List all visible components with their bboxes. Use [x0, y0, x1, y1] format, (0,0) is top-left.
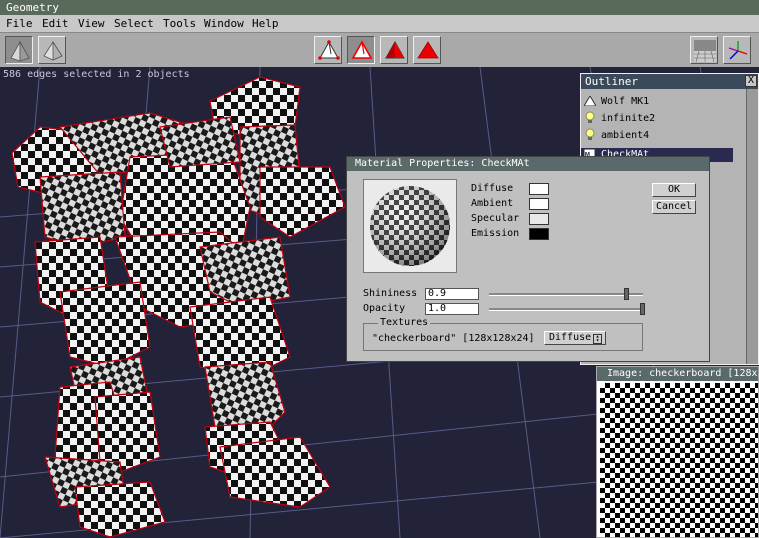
grid-toggle-button[interactable] [690, 36, 718, 64]
grid-plane-icon [694, 40, 716, 63]
app-title-bar: Geometry [0, 0, 759, 15]
diffuse-label: Diffuse [471, 183, 514, 194]
light-icon [584, 128, 596, 143]
object-icon [583, 95, 597, 109]
menu-window[interactable]: Window [204, 17, 244, 30]
ok-button[interactable]: OK [652, 183, 696, 197]
outliner-title-bar: Outliner X [581, 74, 758, 89]
material-properties-dialog: Material Properties: CheckMAt Diffuse Am… [346, 156, 710, 362]
opacity-slider[interactable] [489, 308, 643, 311]
image-window-title: Image: checkerboard [128x128x24] [607, 368, 758, 379]
textures-group: Textures "checkerboard" [128x128x24] Dif… [363, 317, 643, 351]
vertex-select-icon [318, 40, 340, 60]
solid-select-icon [417, 41, 439, 59]
texture-type-dropdown[interactable]: Diffuse ▴ ▾ [544, 331, 606, 345]
face-select-icon [385, 40, 405, 59]
face-select-button[interactable] [380, 36, 408, 64]
outliner-item-wolf-mk1[interactable]: Wolf MK1 [601, 96, 649, 107]
texture-type-value: Diffuse [549, 332, 592, 343]
material-dialog-title-bar: Material Properties: CheckMAt [347, 157, 709, 171]
specular-label: Specular [471, 213, 520, 224]
menu-view[interactable]: View [78, 17, 105, 30]
ambient-swatch[interactable] [529, 198, 549, 210]
cancel-button[interactable]: Cancel [652, 200, 696, 214]
axes-icon [728, 41, 748, 60]
opacity-label: Opacity [363, 303, 406, 314]
checkered-sphere-preview [370, 186, 450, 266]
emission-label: Emission [471, 228, 520, 239]
shininess-field[interactable]: 0.9 [425, 288, 479, 300]
menu-file[interactable]: File [6, 17, 33, 30]
material-dialog-title: Material Properties: CheckMAt [355, 158, 530, 169]
outliner-close-icon[interactable]: X [745, 75, 757, 87]
axes-toggle-button[interactable] [723, 36, 751, 64]
diffuse-swatch[interactable] [529, 183, 549, 195]
texture-name[interactable]: "checkerboard" [128x128x24] [372, 333, 535, 344]
outliner-title: Outliner [585, 75, 638, 88]
outliner-scrollbar[interactable] [746, 89, 758, 364]
shininess-slider[interactable] [489, 293, 643, 296]
menu-select[interactable]: Select [114, 17, 154, 30]
vertex-select-button[interactable] [314, 36, 342, 64]
toolbar [0, 33, 759, 68]
outliner-item-infinite2[interactable]: infinite2 [601, 113, 655, 124]
face-mode-button[interactable] [38, 36, 66, 64]
object-mode-button[interactable] [5, 36, 33, 64]
pyramid-face-mode-icon [43, 40, 63, 61]
pyramid-object-mode-icon [10, 40, 30, 62]
dropdown-arrows-icon: ▴ ▾ [593, 334, 602, 344]
image-window-title-bar: Image: checkerboard [128x128x24] [597, 367, 758, 381]
menu-help[interactable]: Help [252, 17, 279, 30]
app-title: Geometry [6, 1, 59, 14]
selection-status: 586 edges selected in 2 objects [3, 69, 190, 80]
solid-select-button[interactable] [413, 36, 441, 64]
edge-select-icon [351, 40, 373, 59]
textures-label: Textures [378, 317, 431, 328]
shininess-label: Shininess [363, 288, 418, 299]
image-window: Image: checkerboard [128x128x24] [596, 366, 759, 538]
menu-edit[interactable]: Edit [42, 17, 69, 30]
outliner-item-ambient4[interactable]: ambient4 [601, 130, 649, 141]
menu-bar: File Edit View Select Tools Window Help [0, 15, 759, 33]
edge-select-button[interactable] [347, 36, 375, 64]
light-icon [584, 111, 596, 126]
opacity-field[interactable]: 1.0 [425, 303, 479, 315]
material-preview [363, 179, 457, 273]
menu-tools[interactable]: Tools [163, 17, 196, 30]
specular-swatch[interactable] [529, 213, 549, 225]
checkerboard-image [600, 383, 758, 537]
opacity-slider-handle[interactable] [640, 303, 645, 315]
ambient-label: Ambient [471, 198, 514, 209]
shininess-slider-handle[interactable] [624, 288, 629, 300]
mech-model [11, 76, 346, 538]
emission-swatch[interactable] [529, 228, 549, 240]
